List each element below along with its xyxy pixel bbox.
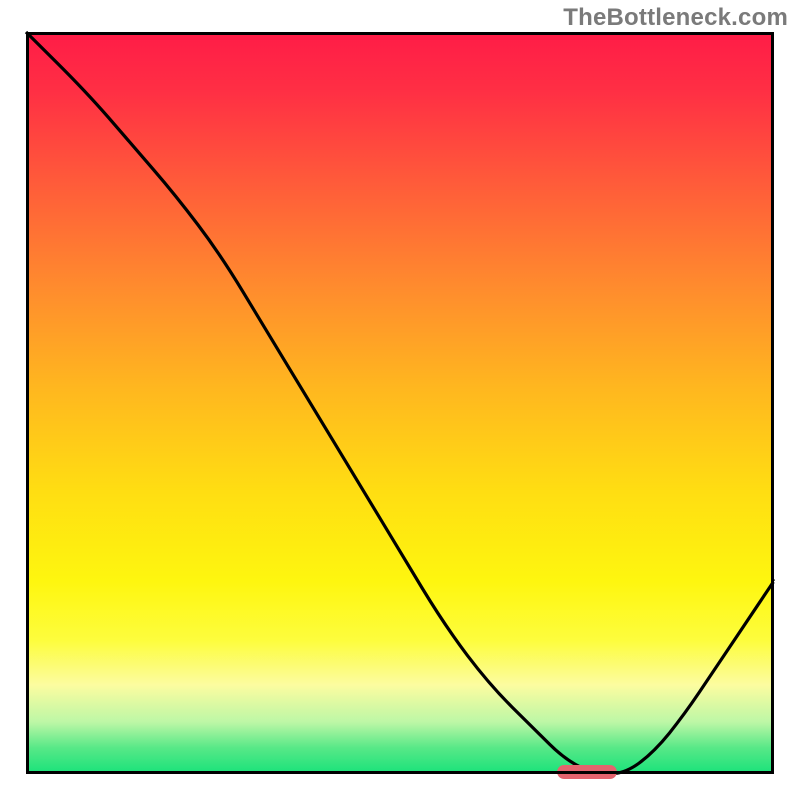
- curve-layer: [26, 32, 774, 774]
- chart-stage: TheBottleneck.com: [0, 0, 800, 800]
- watermark-text: TheBottleneck.com: [563, 4, 788, 32]
- plot-area: [26, 32, 774, 774]
- optimum-marker: [557, 765, 617, 779]
- bottleneck-curve-path: [26, 32, 774, 774]
